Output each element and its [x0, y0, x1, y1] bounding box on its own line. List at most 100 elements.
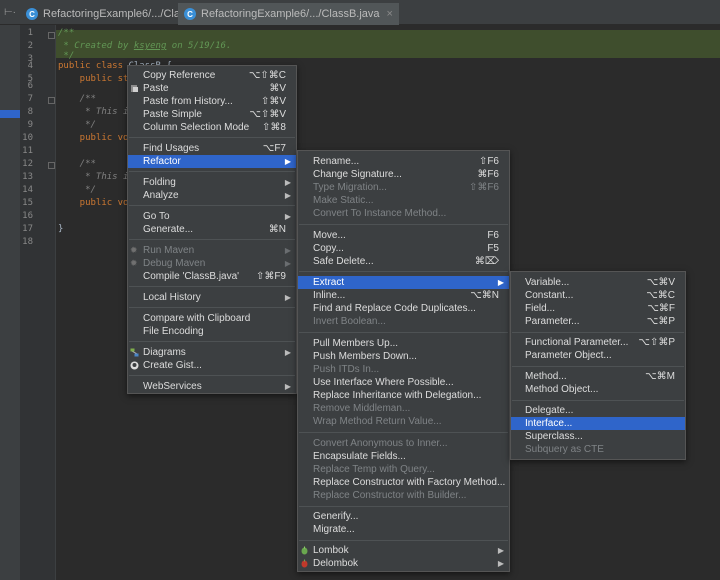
menu-item-convert-anonymous[interactable]: Convert Anonymous to Inner... — [298, 437, 509, 450]
line-number: 11 — [22, 146, 33, 156]
line-number: 1 — [27, 28, 33, 38]
menu-item-find-usages[interactable]: Find Usages ⌥F7 — [128, 142, 296, 155]
menu-item-encapsulate-fields[interactable]: Encapsulate Fields... — [298, 450, 509, 463]
menu-item-change-signature[interactable]: Change Signature... ⌘F6 — [298, 168, 509, 181]
submenu-arrow-icon: ▶ — [284, 212, 291, 221]
menu-item-local-history[interactable]: Local History ▶ — [128, 291, 296, 304]
menu-item-delombok[interactable]: Delombok ▶ — [298, 557, 509, 570]
menu-item-use-interface[interactable]: Use Interface Where Possible... — [298, 376, 509, 389]
class-c-icon: C — [184, 8, 196, 20]
menu-item-go-to[interactable]: Go To ▶ — [128, 210, 296, 223]
menu-item-method[interactable]: Method... ⌥⌘M — [511, 370, 685, 383]
project-toggle-icon[interactable]: ⊢· — [0, 0, 20, 25]
menu-item-replace-constructor-builder[interactable]: Replace Constructor with Builder... — [298, 489, 509, 502]
submenu-arrow-icon: ▶ — [284, 178, 291, 187]
class-c-icon: C — [26, 8, 38, 20]
menu-item-paste-from-history[interactable]: Paste from History... ⇧⌘V — [128, 95, 296, 108]
menu-separator — [129, 137, 295, 138]
menu-item-paste-simple[interactable]: Paste Simple ⌥⇧⌘V — [128, 108, 296, 121]
menu-item-variable[interactable]: Variable... ⌥⌘V — [511, 276, 685, 289]
menu-item-subquery-as-cte[interactable]: Subquery as CTE — [511, 443, 685, 456]
menu-item-push-members-down[interactable]: Push Members Down... — [298, 350, 509, 363]
menu-item-replace-temp[interactable]: Replace Temp with Query... — [298, 463, 509, 476]
menu-item-superclass[interactable]: Superclass... — [511, 430, 685, 443]
menu-separator — [512, 400, 684, 401]
fold-marker-icon[interactable] — [48, 162, 55, 169]
fold-marker-icon[interactable] — [48, 97, 55, 104]
menu-separator — [299, 224, 508, 225]
menu-item-paste[interactable]: Paste ⌘V — [128, 82, 296, 95]
menu-item-push-itds-in[interactable]: Push ITDs In... — [298, 363, 509, 376]
code-line-15: */ — [58, 185, 96, 195]
close-icon[interactable]: × — [387, 8, 393, 20]
menu-item-constant[interactable]: Constant... ⌥⌘C — [511, 289, 685, 302]
menu-item-safe-delete[interactable]: Safe Delete... ⌘⌦ — [298, 255, 509, 268]
menu-item-make-static[interactable]: Make Static... — [298, 194, 509, 207]
menu-item-compare-with-clipboard[interactable]: Compare with Clipboard — [128, 312, 296, 325]
delombok-pepper-icon — [301, 559, 308, 568]
code-line-3: */ — [58, 51, 75, 61]
menu-item-extract[interactable]: Extract ▶ — [298, 276, 509, 289]
menu-item-convert-to-instance-method[interactable]: Convert To Instance Method... — [298, 207, 509, 220]
menu-item-method-object[interactable]: Method Object... — [511, 383, 685, 396]
menu-item-migrate[interactable]: Migrate... — [298, 523, 509, 536]
menu-item-inline[interactable]: Inline... ⌥⌘N — [298, 289, 509, 302]
menu-separator — [299, 540, 508, 541]
menu-item-field[interactable]: Field... ⌥⌘F — [511, 302, 685, 315]
menu-separator — [299, 506, 508, 507]
menu-item-file-encoding[interactable]: File Encoding — [128, 325, 296, 338]
code-line-2: * Created by ksyeng on 5/19/16. — [58, 41, 231, 51]
menu-item-pull-members-up[interactable]: Pull Members Up... — [298, 337, 509, 350]
menu-item-diagrams[interactable]: Diagrams ▶ — [128, 346, 296, 359]
menu-item-invert-boolean[interactable]: Invert Boolean... — [298, 315, 509, 328]
line-number: 13 — [22, 172, 33, 182]
menu-item-refactor[interactable]: Refactor ▶ — [128, 155, 296, 168]
menu-item-create-gist[interactable]: Create Gist... — [128, 359, 296, 372]
menu-item-copy[interactable]: Copy... F5 — [298, 242, 509, 255]
menu-item-webservices[interactable]: WebServices ▶ — [128, 380, 296, 393]
menu-item-column-selection-mode[interactable]: Column Selection Mode ⇧⌘8 — [128, 121, 296, 134]
menu-item-compile[interactable]: Compile 'ClassB.java' ⇧⌘F9 — [128, 270, 296, 283]
code-line-1: /** — [58, 28, 75, 38]
menu-item-wrap-method-return[interactable]: Wrap Method Return Value... — [298, 415, 509, 428]
tab-classb[interactable]: C RefactoringExample6/.../ClassB.java × — [178, 3, 399, 25]
menu-item-type-migration[interactable]: Type Migration... ⇧⌘F6 — [298, 181, 509, 194]
line-number: 9 — [27, 120, 33, 130]
menu-item-replace-inheritance[interactable]: Replace Inheritance with Delegation... — [298, 389, 509, 402]
menu-item-find-replace-duplicates[interactable]: Find and Replace Code Duplicates... — [298, 302, 509, 315]
menu-item-generate[interactable]: Generate... ⌘N — [128, 223, 296, 236]
menu-item-analyze[interactable]: Analyze ▶ — [128, 189, 296, 202]
menu-separator — [512, 332, 684, 333]
submenu-arrow-icon: ▶ — [497, 546, 504, 555]
diagram-icon — [130, 348, 139, 357]
extract-submenu: Variable... ⌥⌘V Constant... ⌥⌘C Field... ⌥⌘… — [510, 271, 686, 460]
menu-item-lombok[interactable]: Lombok ▶ — [298, 544, 509, 557]
line-number: 4 — [27, 61, 33, 71]
menu-item-generify[interactable]: Generify... — [298, 510, 509, 523]
line-number: 10 — [22, 133, 33, 143]
menu-item-rename[interactable]: Rename... ⇧F6 — [298, 155, 509, 168]
doc-date: on 5/19/16. — [166, 41, 232, 51]
menu-item-run-maven[interactable]: ✹ Run Maven ▶ — [128, 244, 296, 257]
line-number: 8 — [27, 107, 33, 117]
submenu-arrow-icon: ▶ — [284, 191, 291, 200]
menu-item-folding[interactable]: Folding ▶ — [128, 176, 296, 189]
maven-gear-icon: ✹ — [130, 245, 138, 255]
menu-item-interface[interactable]: Interface... — [511, 417, 685, 430]
menu-item-copy-reference[interactable]: Copy Reference ⌥⇧⌘C — [128, 69, 296, 82]
submenu-arrow-icon: ▶ — [497, 559, 504, 568]
paste-icon — [131, 85, 138, 92]
menu-item-delegate[interactable]: Delegate... — [511, 404, 685, 417]
menu-item-parameter[interactable]: Parameter... ⌥⌘P — [511, 315, 685, 328]
code-line-7: /** — [58, 94, 96, 104]
fold-marker-icon[interactable] — [48, 32, 55, 39]
menu-item-replace-constructor-factory[interactable]: Replace Constructor with Factory Method.… — [298, 476, 509, 489]
menu-item-debug-maven[interactable]: ✹ Debug Maven ▶ — [128, 257, 296, 270]
menu-item-remove-middleman[interactable]: Remove Middleman... — [298, 402, 509, 415]
line-number: 12 — [22, 159, 33, 169]
menu-item-parameter-object[interactable]: Parameter Object... — [511, 349, 685, 362]
menu-separator — [129, 307, 295, 308]
menu-item-move[interactable]: Move... F6 — [298, 229, 509, 242]
menu-item-functional-parameter[interactable]: Functional Parameter... ⌥⇧⌘P — [511, 336, 685, 349]
menu-separator — [129, 171, 295, 172]
